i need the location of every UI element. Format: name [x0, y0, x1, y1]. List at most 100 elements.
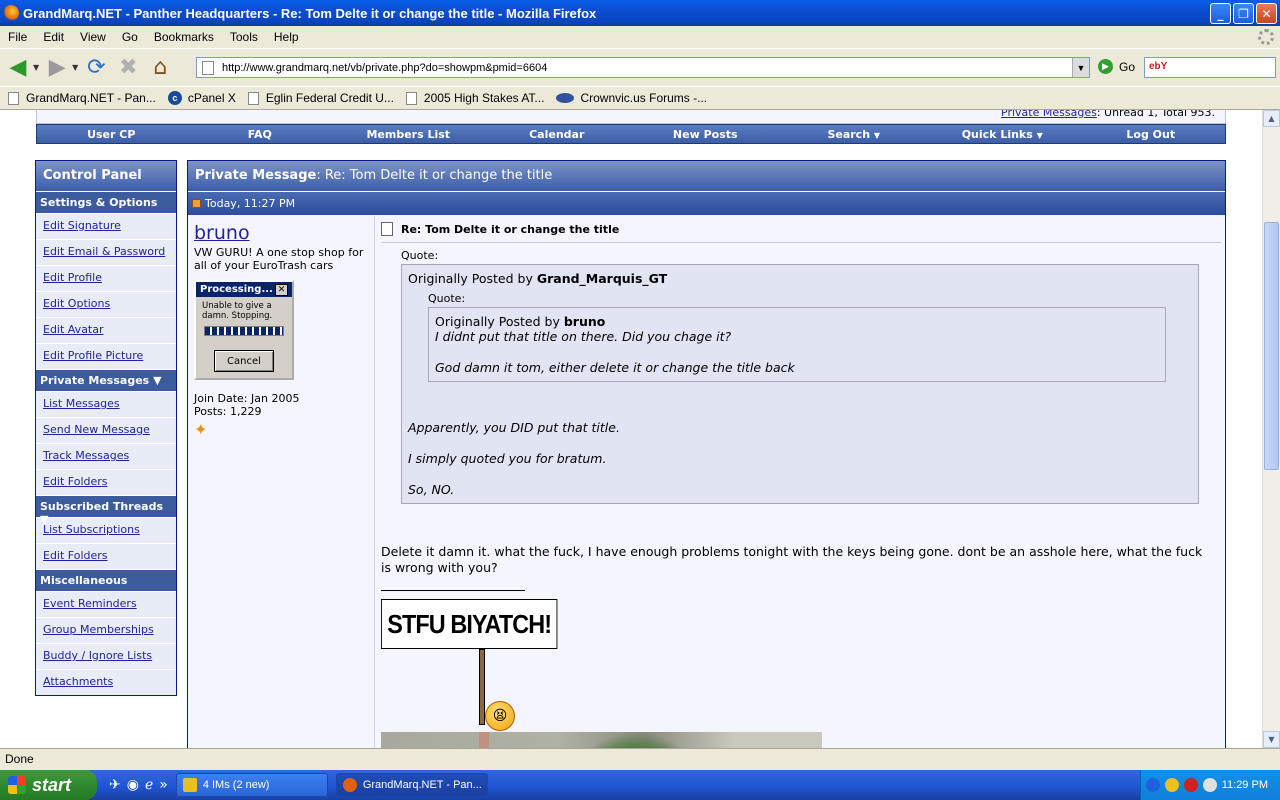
stop-icon[interactable]: ✖: [114, 54, 142, 82]
section-miscellaneous: Miscellaneous: [36, 569, 176, 591]
throbber-icon: [1258, 29, 1274, 45]
menu-edit[interactable]: Edit: [35, 30, 72, 44]
inner-quote: Originally Posted by bruno I didnt put t…: [428, 307, 1166, 382]
link-attachments: Attachments: [36, 669, 176, 695]
close-button[interactable]: ✕: [1256, 3, 1277, 24]
nav-search[interactable]: Search ▼: [780, 128, 929, 141]
section-private-messages[interactable]: Private Messages ▼: [36, 369, 176, 391]
aim-icon[interactable]: ✦: [194, 420, 368, 439]
back-arrow-icon[interactable]: ◀: [4, 54, 32, 82]
maximize-button[interactable]: ❐: [1233, 3, 1254, 24]
nav-quick-links[interactable]: Quick Links ▼: [928, 128, 1077, 141]
nav-calendar[interactable]: Calendar: [483, 128, 632, 141]
nav-members-list[interactable]: Members List: [334, 128, 483, 141]
url-text[interactable]: http://www.grandmarq.net/vb/private.php?…: [222, 62, 547, 74]
taskbar-item-ims[interactable]: 4 IMs (2 new): [175, 773, 328, 797]
bookmark-high-stakes[interactable]: 2005 High Stakes AT...: [405, 91, 544, 105]
message-date-bar: Today, 11:27 PM: [188, 191, 1225, 215]
post-title: Re: Tom Delte it or change the title: [401, 222, 620, 236]
scroll-thumb[interactable]: [1264, 222, 1279, 470]
taskbar-item-firefox[interactable]: GrandMarq.NET - Pan...: [335, 773, 488, 797]
tray-security-icon[interactable]: [1183, 778, 1198, 792]
control-panel: Control Panel Settings & Options Edit Si…: [35, 160, 177, 696]
inner-quote-line: God damn it tom, either delete it or cha…: [435, 360, 795, 375]
nav-log-out[interactable]: Log Out: [1077, 128, 1226, 141]
message-header: Private Message: Re: Tom Delte it or cha…: [188, 161, 1225, 191]
quick-launch: ✈ ◉ ℯ »: [109, 777, 168, 793]
tray-network-icon[interactable]: [1202, 778, 1217, 792]
clock: 11:29 PM: [1221, 779, 1268, 791]
link-event-reminders: Event Reminders: [36, 591, 176, 617]
link-send-new-message: Send New Message: [36, 417, 176, 443]
user-info-box: bruno VW GURU! A one stop shop for all o…: [188, 216, 375, 748]
private-messages-link[interactable]: Private Messages: [1001, 110, 1097, 119]
firefox-icon: [342, 778, 357, 792]
reload-icon[interactable]: ⟳: [82, 54, 110, 82]
signature-photo: [381, 732, 822, 748]
nav-faq[interactable]: FAQ: [186, 128, 335, 141]
status-bar: Done: [0, 748, 1280, 770]
link-list-messages: List Messages: [36, 391, 176, 417]
start-button[interactable]: start: [0, 770, 97, 800]
forward-dropdown-icon[interactable]: ▼: [72, 63, 78, 72]
link-edit-pm-folders: Edit Folders: [36, 469, 176, 495]
section-subscribed-threads[interactable]: Subscribed Threads ▼: [36, 495, 176, 526]
bookmark-grandmarq[interactable]: GrandMarq.NET - Pan...: [8, 91, 156, 105]
page-icon: [247, 91, 259, 105]
menu-file[interactable]: File: [0, 30, 35, 44]
search-box[interactable]: ebY: [1144, 57, 1276, 78]
link-edit-email-password: Edit Email & Password: [36, 239, 176, 265]
bookmark-cpanel[interactable]: c cPanel X: [167, 91, 236, 105]
scroll-down-icon[interactable]: ▼: [1263, 731, 1280, 748]
windows-flag-icon: [8, 776, 26, 794]
link-edit-subscription-folders: Edit Folders: [36, 543, 176, 569]
ie-quicklaunch-icon[interactable]: ℯ: [145, 777, 153, 793]
go-button[interactable]: ▶ Go: [1098, 59, 1135, 74]
back-dropdown-icon[interactable]: ▼: [33, 63, 39, 72]
avatar-progress-bar: [204, 326, 284, 336]
link-edit-options: Edit Options: [36, 291, 176, 317]
search-engine-icon[interactable]: ebY: [1149, 61, 1167, 72]
bookmark-crownvic[interactable]: Crownvic.us Forums -...: [556, 91, 707, 105]
post-status-icon: [192, 199, 201, 208]
url-dropdown-icon[interactable]: ▼: [1072, 58, 1089, 77]
tray-messenger-icon[interactable]: [1164, 778, 1179, 792]
outer-quote-line: I simply quoted you for bratum.: [408, 451, 607, 466]
firefox-icon: [3, 5, 19, 21]
inner-quote-attribution: Originally Posted by bruno: [435, 314, 606, 329]
post-body: Re: Tom Delte it or change the title Quo…: [381, 216, 1221, 649]
minimize-button[interactable]: _: [1210, 3, 1231, 24]
aim-quicklaunch-icon[interactable]: ✈: [109, 777, 121, 793]
section-settings-options: Settings & Options: [36, 191, 176, 213]
menu-view[interactable]: View: [72, 30, 114, 44]
menu-bookmarks[interactable]: Bookmarks: [146, 30, 222, 44]
menu-tools[interactable]: Tools: [222, 30, 266, 44]
menu-help[interactable]: Help: [266, 30, 307, 44]
quicklaunch-more-icon[interactable]: »: [159, 777, 168, 793]
signature-sign: STFU BIYATCH!: [381, 599, 558, 649]
bookmark-eglin[interactable]: Eglin Federal Credit U...: [247, 91, 394, 105]
nav-new-posts[interactable]: New Posts: [631, 128, 780, 141]
menu-go[interactable]: Go: [114, 30, 146, 44]
outer-quote-line: Apparently, you DID put that title.: [408, 420, 620, 435]
username-link[interactable]: bruno: [194, 222, 368, 244]
firefox-quicklaunch-icon[interactable]: ◉: [127, 777, 139, 793]
pm-count: : Unread 1, Total 953.: [1096, 110, 1215, 119]
link-edit-profile: Edit Profile: [36, 265, 176, 291]
url-bar[interactable]: http://www.grandmarq.net/vb/private.php?…: [196, 57, 1090, 78]
header-remnant: Private Messages: Unread 1, Total 953.: [36, 110, 1226, 124]
avatar-dialog-title: Processing...: [200, 284, 273, 295]
page-icon: [405, 91, 417, 105]
home-icon[interactable]: ⌂: [146, 54, 174, 82]
bookmarks-toolbar: GrandMarq.NET - Pan... c cPanel X Eglin F…: [0, 86, 1280, 110]
user-avatar: Processing... ✕ Unable to give a damn. St…: [194, 280, 294, 380]
outer-quote-line: So, NO.: [408, 482, 455, 497]
forward-arrow-icon[interactable]: ▶: [43, 54, 71, 82]
nav-user-cp[interactable]: User CP: [37, 128, 186, 141]
scroll-up-icon[interactable]: ▲: [1263, 110, 1280, 127]
tray-arrow-icon[interactable]: [1145, 778, 1160, 792]
vertical-scrollbar[interactable]: ▲ ▼: [1262, 110, 1280, 748]
go-label: Go: [1119, 59, 1136, 74]
link-group-memberships: Group Memberships: [36, 617, 176, 643]
link-buddy-ignore-lists: Buddy / Ignore Lists: [36, 643, 176, 669]
